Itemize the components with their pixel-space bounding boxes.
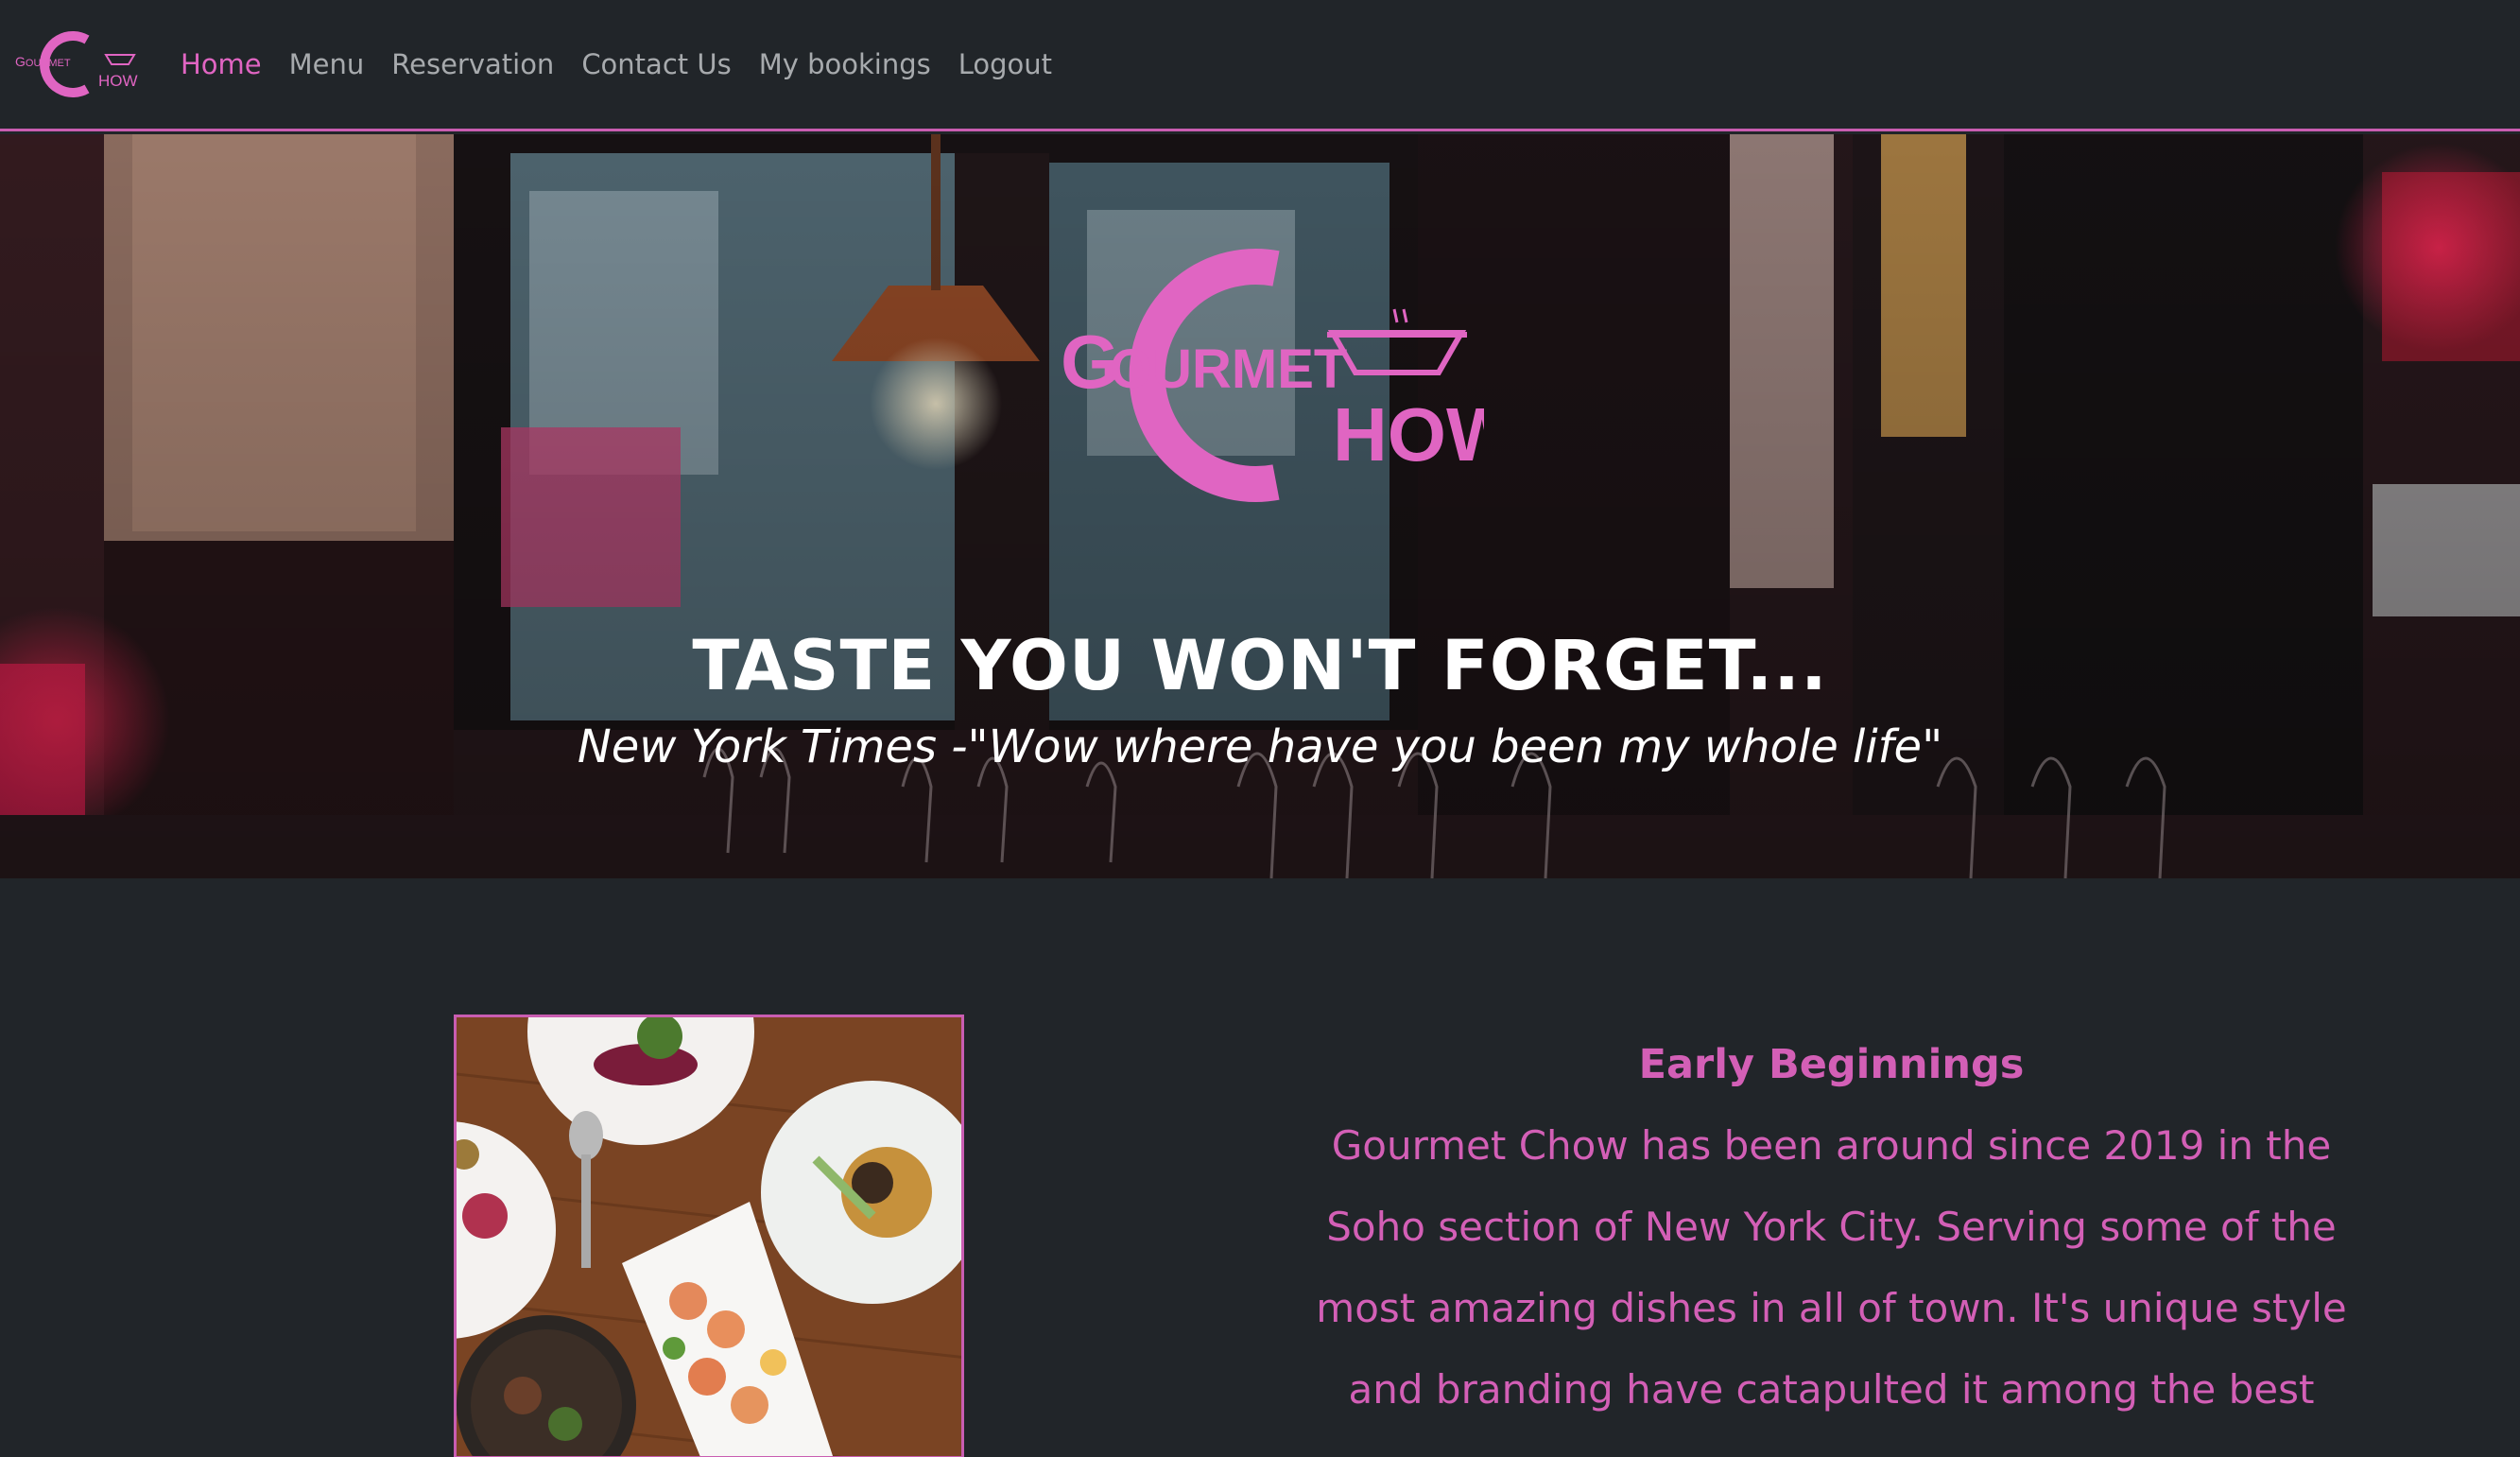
hero-title: TASTE YOU WON'T FORGET... [692,626,1828,706]
svg-text:HOW: HOW [98,72,138,90]
nav-logout-link[interactable]: Logout [958,48,1052,80]
about-body: Gourmet Chow has been around since 2019 … [1316,1122,2347,1413]
gourmet-chow-logo-icon: GOURMET HOW [15,31,138,97]
food-photo [454,1015,964,1457]
nav-menu-link[interactable]: Menu [289,48,365,80]
about-section: Early Beginnings Gourmet Chow has been a… [1276,1035,2387,1431]
brand-logo[interactable]: GOURMET HOW [13,26,150,102]
nav-home-link[interactable]: Home [181,48,262,80]
hero-logo: G OURMET HOW [1061,249,1484,502]
hero-section: G OURMET HOW TASTE YOU WON'T FORGET... N… [0,134,2520,878]
navbar: GOURMET HOW Home Menu Reservation Contac… [0,0,2520,131]
hero-quote: New York Times -"Wow where have you been… [577,720,1943,773]
about-heading: Early Beginnings [1638,1041,2025,1088]
svg-text:HOW: HOW [1333,392,1484,477]
nav-bookings-link[interactable]: My bookings [759,48,931,80]
nav-contact-link[interactable]: Contact Us [581,48,731,80]
nav-reservation-link[interactable]: Reservation [391,48,554,80]
nav-links: Home Menu Reservation Contact Us My book… [181,48,1079,80]
food-photo-image [457,1017,961,1456]
svg-text:OURMET: OURMET [1110,338,1347,400]
